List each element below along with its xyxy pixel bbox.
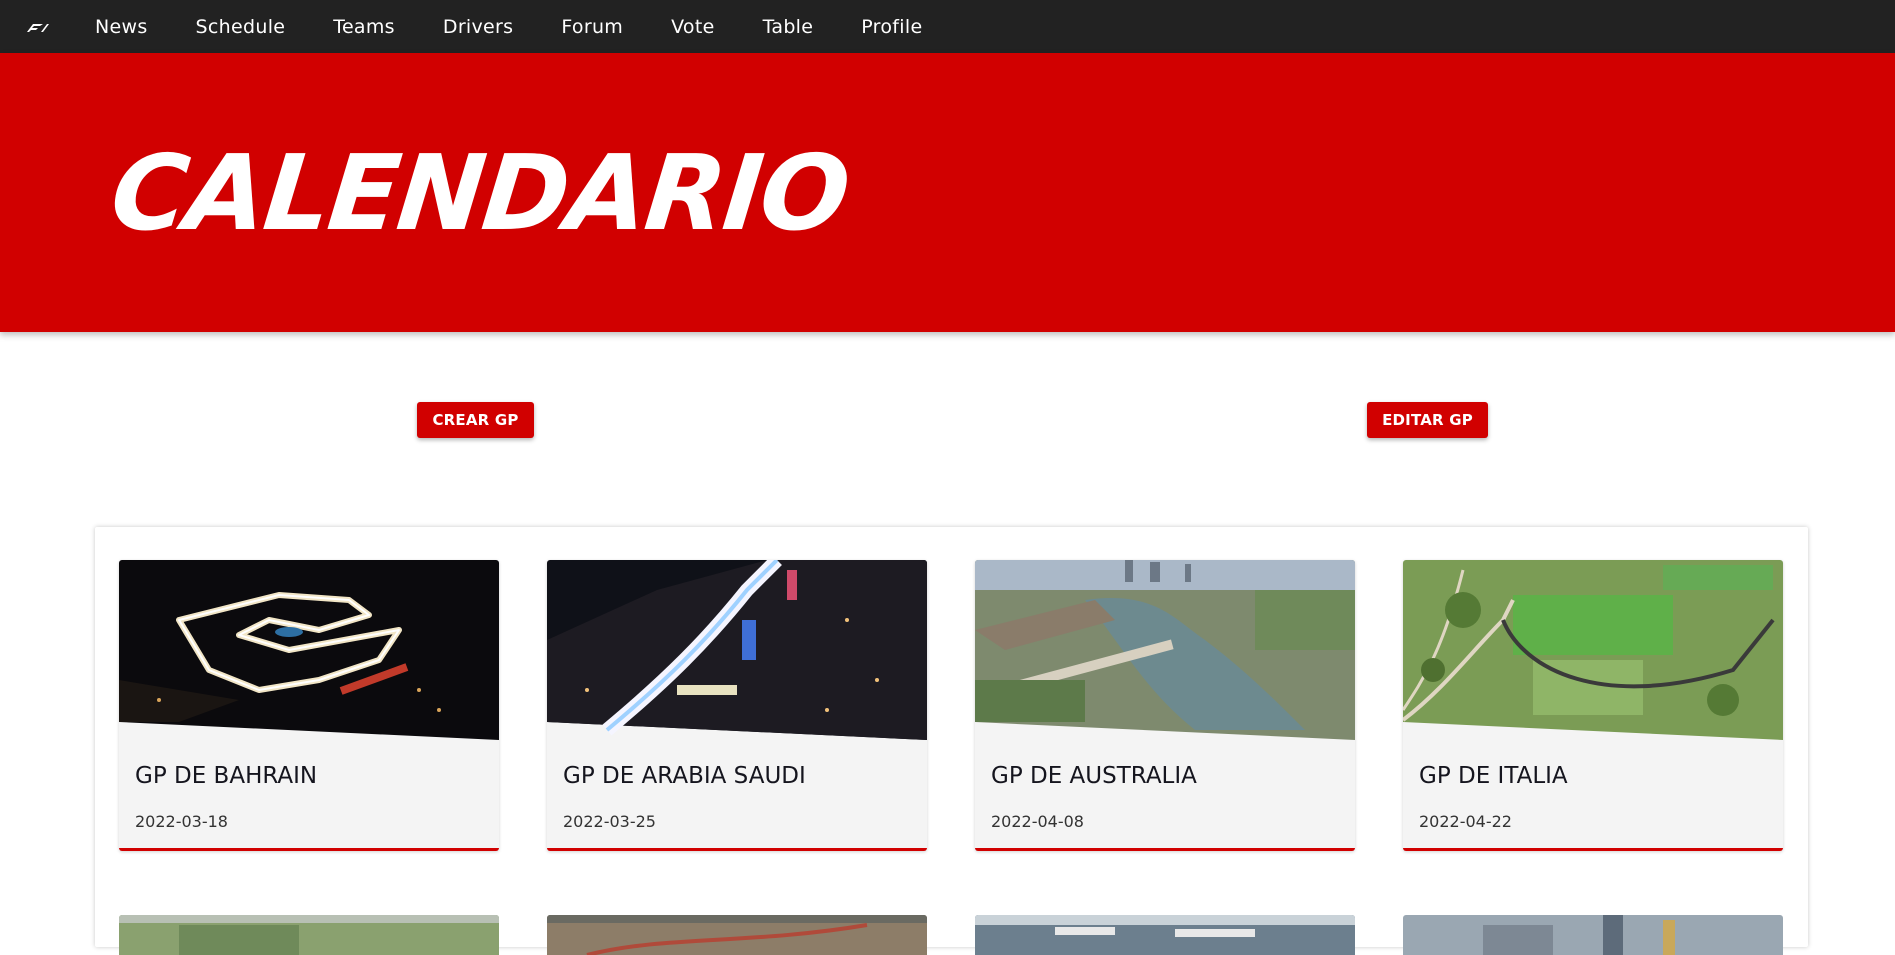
race-name: GP DE ARABIA SAUDI [563, 763, 806, 789]
edit-gp-button[interactable]: EDITAR GP [1367, 402, 1488, 438]
race-date: 2022-04-08 [991, 812, 1084, 831]
nav-item-drivers[interactable]: Drivers [443, 16, 513, 38]
race-track-image [547, 915, 927, 955]
f1-logo-icon[interactable] [23, 21, 49, 33]
race-name: GP DE BAHRAIN [135, 763, 318, 789]
race-card[interactable] [547, 915, 927, 955]
nav-item-table[interactable]: Table [763, 16, 814, 38]
race-card[interactable] [1403, 915, 1783, 955]
race-card[interactable]: GP DE ITALIA 2022-04-22 [1403, 560, 1783, 851]
nav-item-news[interactable]: News [95, 16, 148, 38]
nav-item-schedule[interactable]: Schedule [196, 16, 286, 38]
nav-item-forum[interactable]: Forum [561, 16, 623, 38]
race-track-image [975, 915, 1355, 955]
nav-item-profile[interactable]: Profile [861, 16, 922, 38]
create-gp-button[interactable]: CREAR GP [417, 402, 534, 438]
race-track-image [1403, 560, 1783, 740]
nav-item-vote[interactable]: Vote [671, 16, 715, 38]
race-date: 2022-03-18 [135, 812, 228, 831]
race-date: 2022-03-25 [563, 812, 656, 831]
race-card[interactable]: GP DE ARABIA SAUDI 2022-03-25 [547, 560, 927, 851]
nav-item-teams[interactable]: Teams [333, 16, 395, 38]
top-navbar: News Schedule Teams Drivers Forum Vote T… [0, 0, 1895, 53]
race-name: GP DE ITALIA [1419, 763, 1568, 789]
hero-banner: CALENDARIO [0, 53, 1895, 332]
race-name: GP DE AUSTRALIA [991, 763, 1197, 789]
race-track-image [119, 560, 499, 740]
page-title: CALENDARIO [105, 132, 854, 254]
race-track-image [119, 915, 499, 955]
race-card[interactable]: GP DE AUSTRALIA 2022-04-08 [975, 560, 1355, 851]
race-track-image [547, 560, 927, 740]
race-date: 2022-04-22 [1419, 812, 1512, 831]
race-track-image [975, 560, 1355, 740]
race-card[interactable] [975, 915, 1355, 955]
race-card[interactable] [119, 915, 499, 955]
race-track-image [1403, 915, 1783, 955]
race-card[interactable]: GP DE BAHRAIN 2022-03-18 [119, 560, 499, 851]
